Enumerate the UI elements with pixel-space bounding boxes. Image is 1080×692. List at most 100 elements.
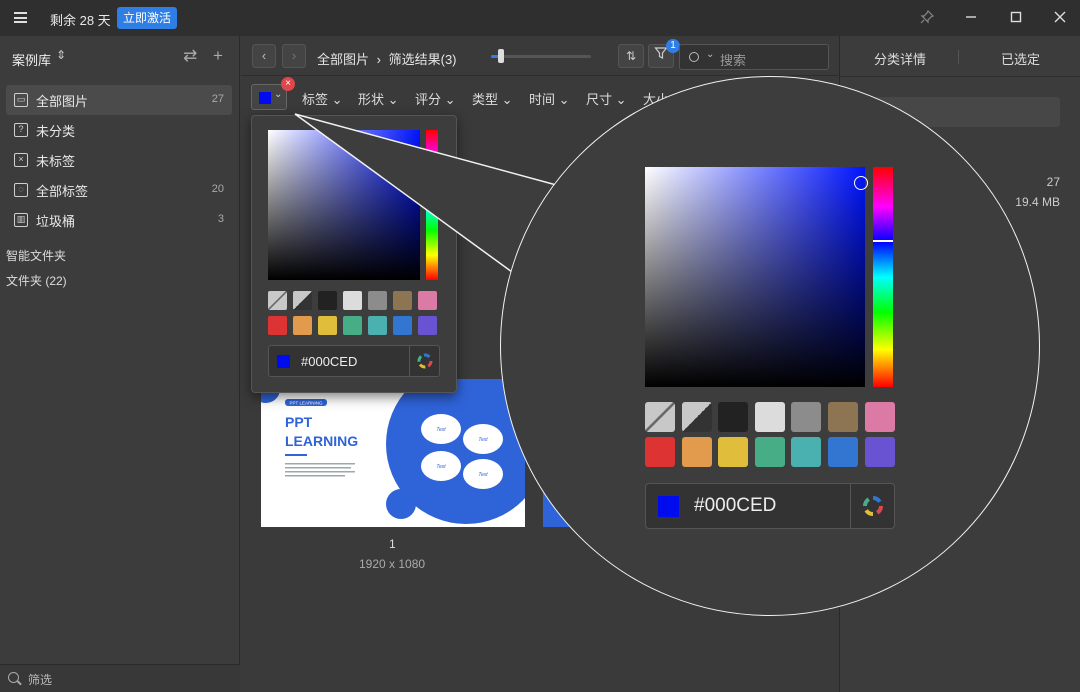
filter-dimensions[interactable]: 尺寸 ⌄ <box>586 89 627 108</box>
color-swatch[interactable] <box>293 291 312 310</box>
color-swatch <box>681 402 712 432</box>
filter-rating[interactable]: 评分 ⌄ <box>415 89 456 108</box>
sidebar-item-all-tags[interactable]: ◌ 全部标签 20 <box>6 175 232 205</box>
hue-slider[interactable] <box>426 130 438 280</box>
tab-selected[interactable]: 已选定 <box>1001 49 1040 68</box>
clear-color-filter-icon[interactable]: × <box>281 77 295 91</box>
search-icon <box>8 672 19 683</box>
unclassified-icon: ? <box>14 123 28 137</box>
color-swatch <box>681 437 712 467</box>
tab-category-details[interactable]: 分类详情 <box>874 49 926 68</box>
color-swatch[interactable] <box>343 316 362 335</box>
color-swatch <box>828 402 858 432</box>
activate-button[interactable]: 立即激活 <box>117 7 178 29</box>
petal-label: Text <box>436 464 446 470</box>
image-thumbnail[interactable]: PPT LEARNING PPT LEARNING Text Text Text… <box>261 379 525 527</box>
color-swatch[interactable] <box>393 291 412 310</box>
filter-label: 尺寸 <box>586 92 613 107</box>
color-picker-popup: #000CED <box>251 115 457 393</box>
pin-icon[interactable] <box>919 9 935 26</box>
filter-label: 时间 <box>529 92 556 107</box>
sidebar-item-untagged[interactable]: × 未标签 <box>6 145 232 175</box>
color-wheel-icon <box>417 353 433 369</box>
color-swatch[interactable] <box>318 291 337 310</box>
filter-tags[interactable]: 标签 ⌄ <box>302 89 343 108</box>
image-name: 1 <box>389 537 396 551</box>
saturation-value-area[interactable] <box>268 130 420 280</box>
magnified-color-picker: #000CED <box>500 76 1040 616</box>
color-wheel-button-zoomed <box>850 484 894 528</box>
sidebar-item-unclassified[interactable]: ? 未分类 <box>6 115 232 145</box>
petal-label: Text <box>436 427 446 433</box>
color-swatch[interactable] <box>268 316 287 335</box>
hex-input[interactable]: #000CED <box>268 345 440 377</box>
color-swatch <box>754 437 785 467</box>
hex-input-zoomed: #000CED <box>645 483 895 529</box>
filter-label: 评分 <box>415 92 442 107</box>
color-swatch[interactable] <box>368 291 387 310</box>
hex-value-zoomed: #000CED <box>694 495 777 516</box>
main-header: ‹ › 全部图片 › 筛选结果(3) ⇅ 1 ⌄ 搜索 <box>241 36 838 76</box>
hex-value: #000CED <box>301 354 358 369</box>
current-color-swatch <box>658 496 679 517</box>
search-placeholder: 搜索 <box>720 53 747 68</box>
filter-time[interactable]: 时间 ⌄ <box>529 89 570 108</box>
thumb-badge: PPT LEARNING <box>290 401 323 406</box>
color-swatch <box>791 402 822 432</box>
color-swatch <box>791 437 822 467</box>
breadcrumb: 全部图片 › 筛选结果(3) <box>317 49 457 68</box>
sidebar-item-count: 20 <box>211 183 224 195</box>
zoom-slider[interactable] <box>491 55 591 58</box>
all-tags-icon: ◌ <box>14 183 28 197</box>
sidebar-item-trash[interactable]: ▥ 垃圾桶 3 <box>6 205 232 235</box>
smart-folder-section[interactable]: 智能文件夹 <box>6 247 66 264</box>
color-swatch <box>754 402 785 432</box>
zoom-slider-handle[interactable] <box>498 49 504 63</box>
hue-slider-zoomed <box>873 167 893 387</box>
forward-button[interactable]: › <box>282 44 306 68</box>
color-swatch <box>828 437 858 467</box>
color-swatch[interactable] <box>293 316 312 335</box>
thumb-title-line1: PPT <box>285 414 313 430</box>
saturation-value-area-zoomed <box>645 167 865 387</box>
library-switch-icon[interactable]: ⇕ <box>56 48 66 62</box>
filter-label: 标签 <box>302 92 329 107</box>
library-title[interactable]: 案例库 <box>12 50 51 69</box>
color-swatch[interactable] <box>393 316 412 335</box>
color-swatch[interactable] <box>368 316 387 335</box>
menu-icon[interactable] <box>14 12 27 23</box>
search-icon <box>689 52 699 62</box>
selected-color-swatch <box>259 92 271 104</box>
sidebar: 案例库 ⇕ ⇄ + ▭ 全部图片 27 ? 未分类 × 未标签 ◌ 全部标签 2… <box>0 36 240 692</box>
chevron-down-icon: ⌄ <box>274 89 283 100</box>
image-dimensions: 1920 x 1080 <box>359 557 426 571</box>
color-swatch <box>864 402 895 432</box>
maximize-icon[interactable] <box>1008 10 1024 26</box>
sidebar-filter-bar[interactable]: 筛选 <box>0 664 240 692</box>
current-color-swatch <box>277 355 290 368</box>
petal-label: Text <box>478 472 488 478</box>
minimize-icon[interactable] <box>963 10 979 26</box>
color-swatch[interactable] <box>318 316 337 335</box>
search-input[interactable]: ⌄ 搜索 <box>679 44 829 70</box>
close-icon[interactable] <box>1052 10 1068 26</box>
breadcrumb-root[interactable]: 全部图片 <box>317 52 369 67</box>
filter-type[interactable]: 类型 ⌄ <box>472 89 513 108</box>
sidebar-item-all-images[interactable]: ▭ 全部图片 27 <box>6 85 232 115</box>
folders-section[interactable]: 文件夹 (22) <box>6 272 67 289</box>
color-swatch[interactable] <box>418 291 437 310</box>
back-button[interactable]: ‹ <box>252 44 276 68</box>
color-swatch[interactable] <box>418 316 437 335</box>
hue-slider-handle <box>873 240 893 242</box>
color-wheel-button[interactable] <box>409 346 439 376</box>
panel-divider <box>840 76 1080 77</box>
thumb-title-line2: LEARNING <box>285 433 358 449</box>
sort-button[interactable]: ⇅ <box>618 44 644 68</box>
swap-icon[interactable]: ⇄ <box>183 46 197 66</box>
filter-shape[interactable]: 形状 ⌄ <box>358 89 399 108</box>
chevron-down-icon[interactable]: ⌄ <box>706 49 714 60</box>
color-swatch[interactable] <box>343 291 362 310</box>
color-swatch[interactable] <box>268 291 287 310</box>
all-images-icon: ▭ <box>14 93 28 107</box>
add-icon[interactable]: + <box>213 46 223 66</box>
